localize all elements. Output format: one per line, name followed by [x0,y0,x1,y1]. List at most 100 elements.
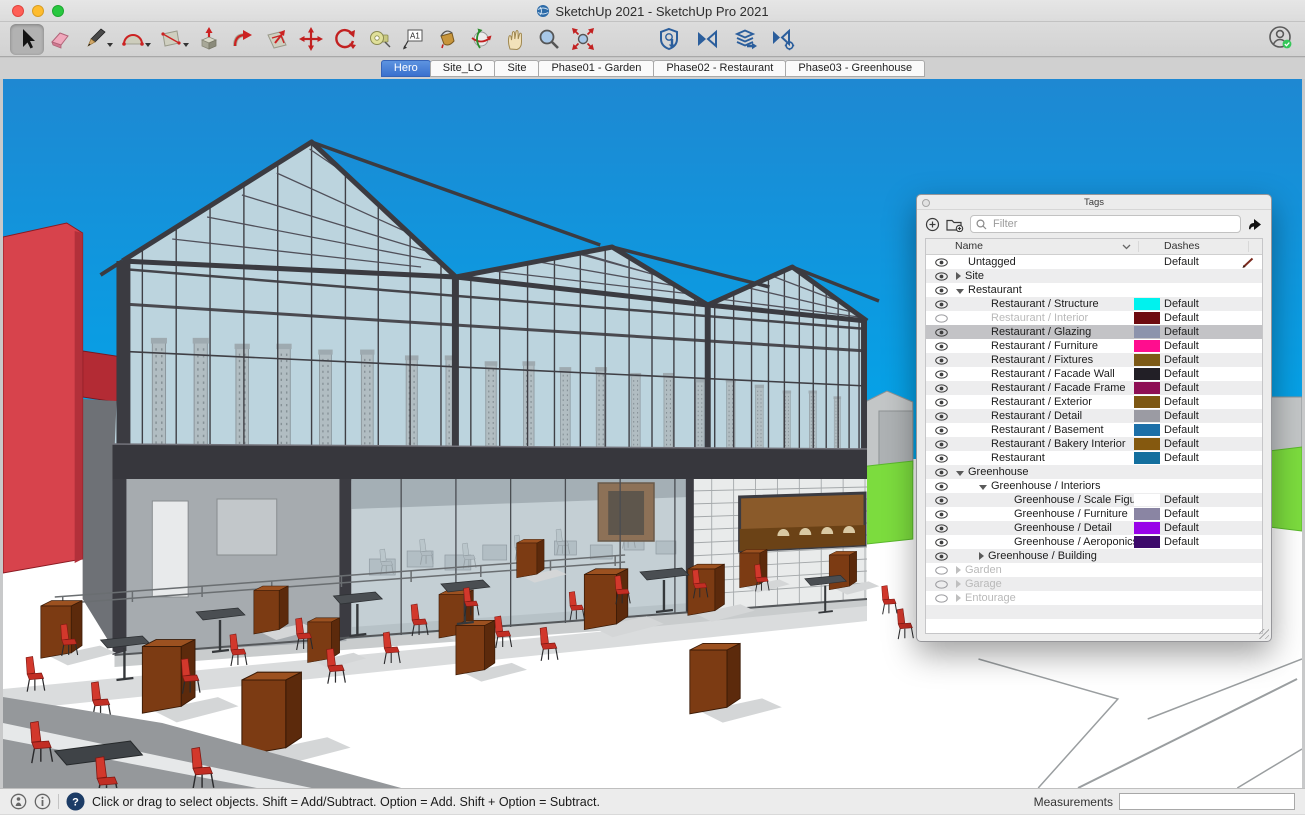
tag-row[interactable]: Restaurant / FurnitureDefault [926,339,1262,353]
account-button[interactable] [1267,24,1293,55]
extension-flip-button[interactable] [690,24,724,55]
eye-visible-icon[interactable] [926,370,956,379]
eye-visible-icon[interactable] [926,398,956,407]
tag-color-swatch[interactable] [1134,438,1160,450]
rectangle-dropdown-caret[interactable] [183,43,189,47]
eye-visible-icon[interactable] [926,440,956,449]
dashes-value[interactable]: Default [1164,381,1199,395]
tag-color-swatch[interactable] [1134,522,1160,534]
arc-dropdown-caret[interactable] [145,43,151,47]
move-tool-button[interactable] [294,24,328,55]
help-icon[interactable]: ? [66,792,85,811]
scene-tab-site-lo[interactable]: Site_LO [430,60,496,77]
eye-visible-icon[interactable] [926,524,956,533]
sort-chevron-icon[interactable] [1122,244,1131,250]
eye-visible-icon[interactable] [926,412,956,421]
measurements-input[interactable] [1119,793,1295,810]
disclosure-triangle[interactable] [956,289,964,294]
tag-color-swatch[interactable] [1134,494,1160,506]
eye-visible-icon[interactable] [926,384,956,393]
tag-row[interactable]: Greenhouse / DetailDefault [926,521,1262,535]
tag-row[interactable]: RestaurantDefault [926,451,1262,465]
tag-row[interactable]: Restaurant / GlazingDefault [926,325,1262,339]
dashes-value[interactable]: Default [1164,493,1199,507]
scene-tab-hero[interactable]: Hero [381,60,431,77]
eye-visible-icon[interactable] [926,454,956,463]
eye-visible-icon[interactable] [926,342,956,351]
tag-folder-row[interactable]: Garage [926,577,1262,591]
scene-tab-phase02-restaurant[interactable]: Phase02 - Restaurant [653,60,786,77]
disclosure-triangle[interactable] [956,272,961,280]
dashes-value[interactable]: Default [1164,255,1199,269]
dashes-value[interactable]: Default [1164,521,1199,535]
line-dropdown-caret[interactable] [107,43,113,47]
eye-visible-icon[interactable] [926,496,956,505]
tag-row[interactable]: Restaurant / BasementDefault [926,423,1262,437]
dashes-value[interactable]: Default [1164,339,1199,353]
eye-visible-icon[interactable] [926,468,956,477]
rotate-tool-button[interactable] [328,24,362,55]
dashes-value[interactable]: Default [1164,395,1199,409]
tag-row[interactable]: Restaurant / Bakery InteriorDefault [926,437,1262,451]
eye-visible-icon[interactable] [926,510,956,519]
tag-row[interactable]: Greenhouse / FurnitureDefault [926,507,1262,521]
dashes-value[interactable]: Default [1164,367,1199,381]
orbit-tool-button[interactable] [464,24,498,55]
tag-color-swatch[interactable] [1134,382,1160,394]
eye-visible-icon[interactable] [926,538,956,547]
tag-row[interactable]: Greenhouse / Scale FiguresDefault [926,493,1262,507]
eye-visible-icon[interactable] [926,552,956,561]
tape-measure-tool-button[interactable] [362,24,396,55]
disclosure-triangle[interactable] [956,566,961,574]
panel-resize-handle[interactable] [1259,629,1269,639]
tag-row[interactable]: Restaurant / StructureDefault [926,297,1262,311]
name-column-header[interactable]: Name [955,240,983,252]
scene-tab-phase03-greenhouse[interactable]: Phase03 - Greenhouse [785,60,925,77]
disclosure-triangle[interactable] [979,552,984,560]
dashes-value[interactable]: Default [1164,325,1199,339]
zoom-tool-button[interactable] [532,24,566,55]
disclosure-triangle[interactable] [956,471,964,476]
dashes-value[interactable]: Default [1164,353,1199,367]
dashes-value[interactable]: Default [1164,507,1199,521]
dashes-value[interactable]: Default [1164,311,1199,325]
tag-folder-row[interactable]: Site [926,269,1262,283]
eye-visible-icon[interactable] [926,272,956,281]
extension-badge-download-button[interactable] [652,24,686,55]
tag-folder-row[interactable]: Greenhouse / Building [926,549,1262,563]
dashes-value[interactable]: Default [1164,437,1199,451]
tag-color-swatch[interactable] [1134,424,1160,436]
select-tool-button[interactable] [10,24,44,55]
eye-visible-icon[interactable] [926,258,956,267]
paint-bucket-tool-button[interactable] [430,24,464,55]
dashes-value[interactable]: Default [1164,423,1199,437]
disclosure-triangle[interactable] [956,580,961,588]
rectangle-tool-button[interactable] [154,24,188,55]
tag-folder-row[interactable]: Restaurant [926,283,1262,297]
dashes-value[interactable]: Default [1164,409,1199,423]
dashes-value[interactable]: Default [1164,451,1199,465]
scene-tab-phase01-garden[interactable]: Phase01 - Garden [538,60,654,77]
tag-color-swatch[interactable] [1134,340,1160,352]
arc-tool-button[interactable] [116,24,150,55]
tag-folder-row[interactable]: Entourage [926,591,1262,605]
tag-row[interactable]: Restaurant / DetailDefault [926,409,1262,423]
line-tool-button[interactable] [78,24,112,55]
disclosure-triangle[interactable] [979,485,987,490]
scene-tab-site[interactable]: Site [494,60,539,77]
text-tool-button[interactable]: A1 [396,24,430,55]
eye-visible-icon[interactable] [926,482,956,491]
add-tag-folder-button[interactable] [946,217,964,232]
tag-row[interactable]: Restaurant / ExteriorDefault [926,395,1262,409]
extension-layer-export-button[interactable] [728,24,762,55]
tag-color-swatch[interactable] [1134,298,1160,310]
tag-color-swatch[interactable] [1134,354,1160,366]
eye-visible-icon[interactable] [926,356,956,365]
dashes-column-header[interactable]: Dashes [1164,240,1200,252]
disclosure-triangle[interactable] [956,594,961,602]
zoom-extents-tool-button[interactable] [566,24,600,55]
offset-tool-button[interactable] [260,24,294,55]
eye-visible-icon[interactable] [926,300,956,309]
tag-color-swatch[interactable] [1134,326,1160,338]
dashes-value[interactable]: Default [1164,535,1199,549]
